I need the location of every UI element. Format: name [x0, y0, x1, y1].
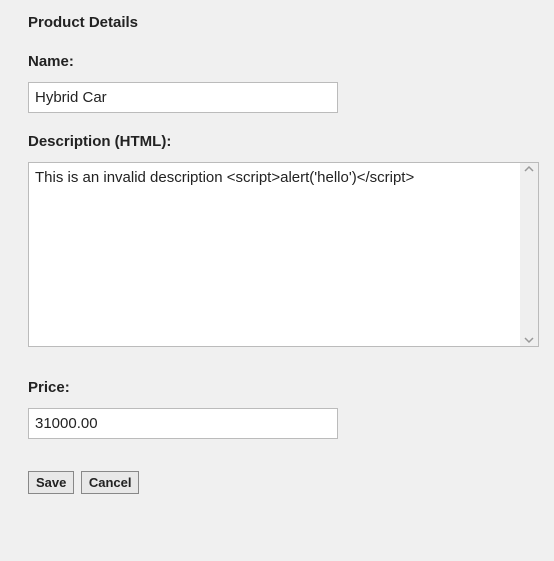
name-field-group: Name:	[28, 53, 526, 113]
price-field-group: Price:	[28, 379, 526, 439]
product-form: Product Details Name: Description (HTML)…	[0, 0, 554, 508]
section-title: Product Details	[28, 14, 526, 31]
button-row: Save Cancel	[28, 471, 526, 494]
scrollbar[interactable]	[520, 163, 538, 346]
description-textarea-wrapper	[28, 162, 539, 347]
description-input[interactable]	[29, 163, 520, 346]
price-input[interactable]	[28, 408, 338, 439]
name-input[interactable]	[28, 82, 338, 113]
scroll-down-icon[interactable]	[524, 336, 534, 344]
description-label: Description (HTML):	[28, 133, 526, 150]
cancel-button[interactable]: Cancel	[81, 471, 140, 494]
price-label: Price:	[28, 379, 526, 396]
save-button[interactable]: Save	[28, 471, 74, 494]
scroll-up-icon[interactable]	[524, 165, 534, 173]
description-field-group: Description (HTML):	[28, 133, 526, 347]
name-label: Name:	[28, 53, 526, 70]
